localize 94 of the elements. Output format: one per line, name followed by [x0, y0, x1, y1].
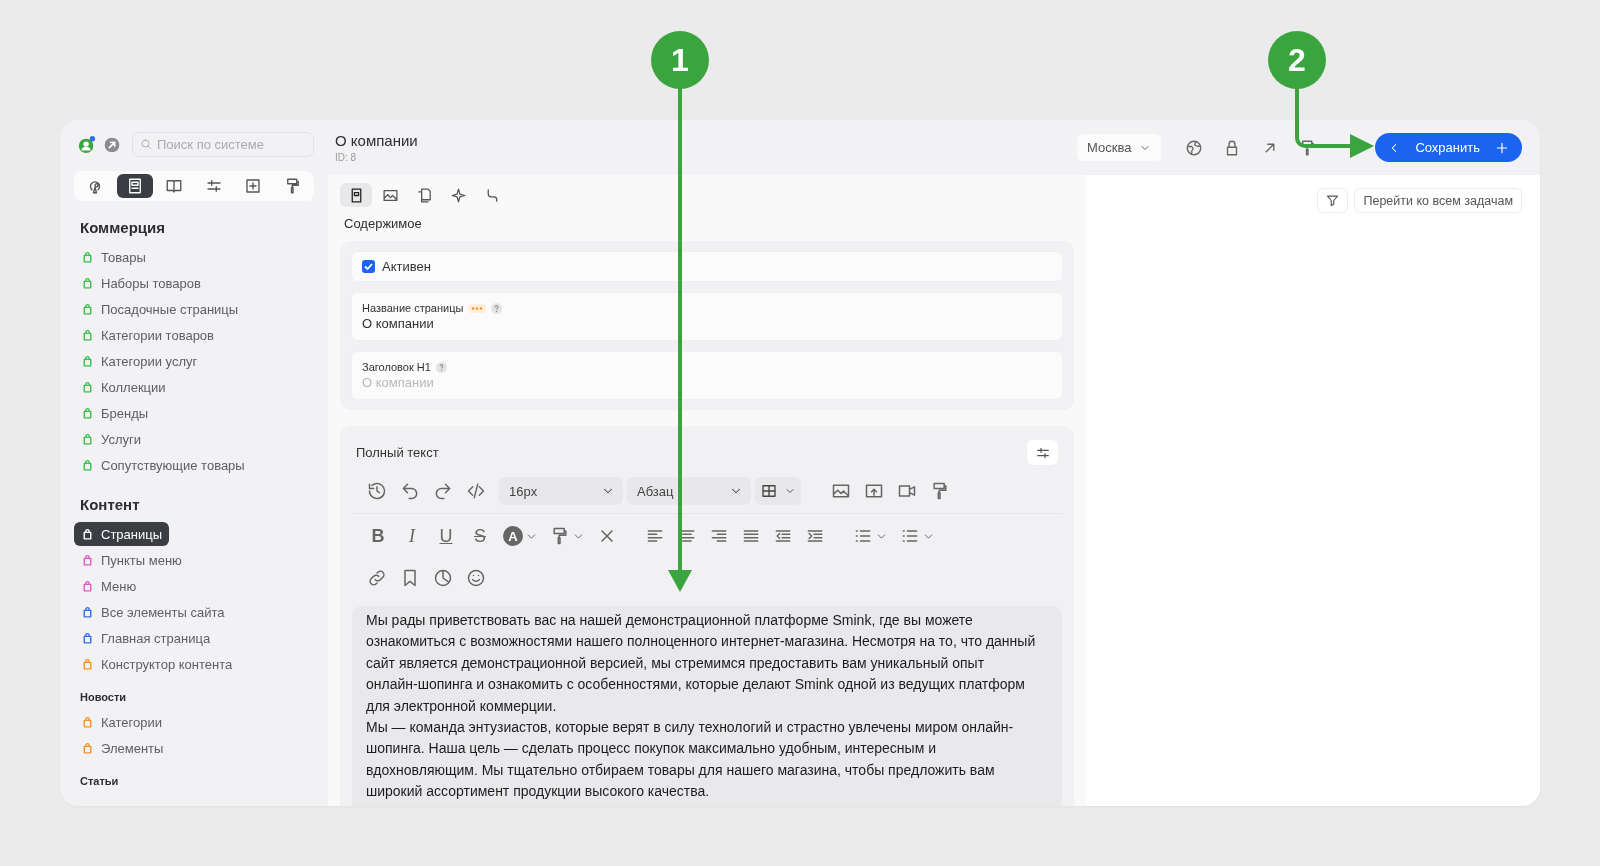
editor-title: Полный текст [356, 445, 439, 460]
nav-label: Пункты меню [101, 552, 182, 568]
nav-label: Все элементы сайта [101, 604, 225, 620]
nav-label: Наборы товаров [101, 275, 201, 291]
nav-item[interactable]: Категории [74, 710, 169, 734]
search-field[interactable]: Поиск по системе [132, 132, 314, 157]
section-heading: Статьи [79, 775, 120, 787]
table-dropdown[interactable] [755, 477, 801, 505]
page-id: ID: 8 [335, 152, 358, 163]
image-icon[interactable] [831, 481, 851, 501]
book-icon [165, 177, 184, 195]
history-icon[interactable] [367, 481, 387, 501]
city-dropdown[interactable]: Москва [1077, 134, 1162, 161]
pie-chart-icon[interactable] [433, 568, 453, 588]
nav-label: Категории [101, 714, 162, 730]
field-label: Заголовок H1 [362, 361, 431, 373]
nav-label: Товары [101, 249, 146, 265]
nav-item[interactable]: Меню [74, 574, 144, 598]
nav-label: Страницы [101, 526, 163, 542]
nav-label: Элементы [101, 740, 164, 756]
text-field[interactable]: Заголовок H1 О компании [351, 351, 1063, 400]
nav-item[interactable]: Услуги [74, 427, 148, 451]
nav-item[interactable]: Наборы товаров [74, 271, 208, 295]
text-input[interactable]: О компании [362, 373, 1052, 390]
emoji-icon[interactable] [466, 568, 486, 588]
settings-button[interactable] [1027, 440, 1058, 465]
nav-label: Меню [101, 578, 137, 594]
checkbox-label: Активен [382, 259, 431, 274]
field-label: Название страницы [362, 302, 464, 314]
image-upload-icon[interactable] [864, 481, 884, 501]
page-title: О компании [335, 132, 418, 149]
nav-label: Коллекции [101, 379, 166, 395]
nav-item[interactable]: Элементы [74, 736, 171, 760]
nav-label: Сопутствующие товары [101, 457, 245, 473]
undo-icon[interactable] [400, 481, 420, 501]
copy-icon [415, 186, 433, 204]
format-button[interactable]: I [401, 525, 423, 547]
nav-item[interactable]: Товары [74, 245, 153, 269]
save-button[interactable]: Сохранить [1375, 133, 1522, 162]
module-tab[interactable] [116, 174, 153, 198]
nav-item[interactable]: Категории товаров [74, 323, 221, 347]
section-heading: Новости [79, 691, 128, 703]
nav-item[interactable]: Пункты меню [74, 548, 189, 572]
section-heading: Контент [79, 496, 141, 513]
external-link-icon[interactable] [104, 136, 120, 153]
user-avatar[interactable] [78, 135, 96, 154]
nav-label: Конструктор контента [101, 656, 233, 672]
section-heading: Коммерция [79, 219, 166, 236]
nav-item[interactable]: Все элементы сайта [74, 600, 232, 624]
step-number: 2 [1268, 31, 1326, 89]
add-icon [244, 177, 263, 195]
nav-item[interactable]: Страницы [74, 522, 170, 546]
nav-item[interactable]: Категории услуг [74, 349, 205, 373]
nav-label: Категории товаров [101, 327, 214, 343]
redo-icon[interactable] [433, 481, 453, 501]
nav-label: Бренды [101, 405, 149, 421]
code-icon[interactable] [466, 481, 486, 501]
sliders-icon [204, 177, 223, 195]
content-tab[interactable] [340, 183, 372, 207]
filter-icon [1325, 193, 1341, 208]
table-icon [760, 482, 778, 500]
filter-button[interactable] [1317, 188, 1349, 213]
help-icon[interactable] [491, 302, 503, 314]
nav-item[interactable]: Сопутствующие товары [74, 453, 252, 477]
nav-item[interactable]: Конструктор контента [74, 652, 240, 676]
paragraph: Мы рады приветствовать вас на нашей демонстрационной платформе Smink, где вы можете ознакомиться с возможностями нашего полноценного интернет-магазина. Несмотря на то, что данный сайт является демонстрационной версией, мы стремимся предоставить вам уникальный опыт онлайн-шопинга и ознакомить с особенностями, которые делают Smink одной из ведущих платформ для электронной коммерции. [366, 611, 1036, 716]
globe-icon[interactable] [1185, 138, 1204, 157]
tasks-link-button[interactable]: Перейти ко всем задачам [1354, 188, 1522, 213]
search-icon [140, 138, 152, 150]
sparkle-icon [449, 186, 467, 204]
nav-label: Посадочные страницы [101, 301, 239, 317]
font-size-dropdown[interactable]: 16px [499, 477, 623, 505]
nav-label: Главная страница [101, 630, 211, 646]
nav-label: Категории услуг [101, 353, 198, 369]
nav-item[interactable]: Коллекции [74, 375, 173, 399]
text-color-button[interactable]: A [503, 526, 523, 546]
nav-label: Услуги [101, 431, 141, 447]
help-icon[interactable] [435, 361, 447, 373]
paint-roller-icon[interactable] [930, 481, 950, 501]
format-button[interactable]: B [367, 525, 389, 547]
nav-item[interactable]: Посадочные страницы [74, 297, 246, 321]
format-button[interactable]: S [469, 525, 491, 547]
link-icon[interactable] [367, 568, 387, 588]
text-input[interactable]: О компании [362, 314, 1052, 331]
active-row[interactable]: Активен [351, 251, 1063, 282]
block-style-dropdown[interactable]: Абзац [627, 477, 751, 505]
paragraph: Мы — команда энтузиастов, которые верят в силу технологий и страстно увлечены миром онлайн-шопинга. Наша цель — сделать процесс покупок максимально удобным, интересным и вдохновляющим. Мы тщательно отбираем товары для нашего магазина, чтобы предложить вам широкий ассортимент продукции высокого качества. [366, 718, 1015, 802]
checkbox[interactable] [362, 260, 375, 273]
step-number: 1 [651, 31, 709, 89]
nav-item[interactable]: Бренды [74, 401, 156, 425]
section-title: Содержимое [344, 216, 423, 231]
text-field[interactable]: Название страницы О компании [351, 292, 1063, 341]
format-button[interactable]: U [435, 525, 457, 547]
nav-item[interactable]: Главная страница [74, 626, 218, 650]
